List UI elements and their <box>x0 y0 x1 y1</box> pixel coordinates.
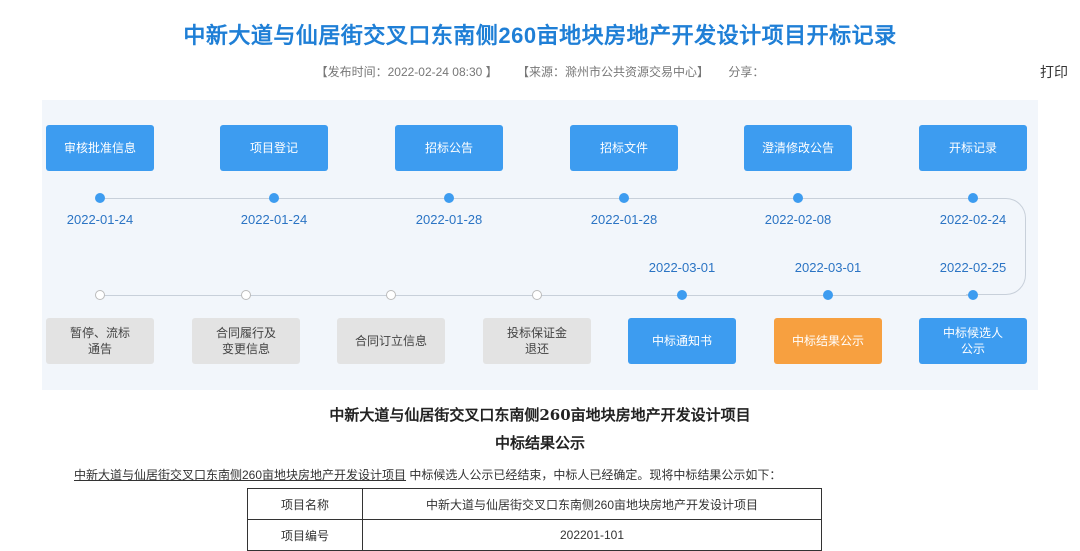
top-timeline <box>100 198 974 199</box>
timeline-dot <box>793 193 803 203</box>
step-10-button[interactable]: 中标通知书 <box>628 318 736 364</box>
step-7-button[interactable]: 合同履行及 变更信息 <box>192 318 300 364</box>
step-4-button[interactable]: 澄清修改公告 <box>744 125 852 171</box>
publish-time: 【发布时间：2022-02-24 08:30 】 <box>315 65 498 79</box>
table-key: 项目编号 <box>247 519 363 551</box>
notice-text: 中标候选人公示已经结束，中标人已经确定。现将中标结果公示如下： <box>409 468 782 482</box>
step-8-button[interactable]: 合同订立信息 <box>337 318 445 364</box>
step-12-button[interactable]: 中标候选人 公示 <box>919 318 1027 364</box>
print-button[interactable]: 打印 <box>1040 62 1068 82</box>
step-date: 2022-01-28 <box>415 212 483 227</box>
share-label: 分享： <box>728 65 765 79</box>
timeline-dot <box>677 290 687 300</box>
table-key: 项目名称 <box>247 488 363 520</box>
page-title: 中新大道与仙居街交叉口东南侧260亩地块房地产开发设计项目开标记录 <box>183 23 897 48</box>
step-5-button[interactable]: 开标记录 <box>919 125 1027 171</box>
project-name-inline: 中新大道与仙居街交叉口东南侧260亩地块房地产开发设计项目 <box>74 468 407 482</box>
step-11-button[interactable]: 中标结果公示 <box>774 318 882 364</box>
step-9-button[interactable]: 投标保证金 退还 <box>483 318 591 364</box>
timeline-dot <box>95 290 105 300</box>
step-date: 2022-03-01 <box>648 260 716 275</box>
result-table: 项目名称 中新大道与仙居街交叉口东南侧260亩地块房地产开发设计项目 项目编号 … <box>247 488 822 551</box>
timeline-dot <box>241 290 251 300</box>
step-date: 2022-01-24 <box>240 212 308 227</box>
table-row: 项目编号 202201-101 <box>247 519 822 551</box>
table-value: 中新大道与仙居街交叉口东南侧260亩地块房地产开发设计项目 <box>362 488 822 520</box>
step-date: 2022-02-24 <box>939 212 1007 227</box>
step-1-button[interactable]: 项目登记 <box>220 125 328 171</box>
step-date: 2022-03-01 <box>794 260 862 275</box>
step-date: 2022-02-08 <box>764 212 832 227</box>
timeline-dot <box>968 290 978 300</box>
step-6-button[interactable]: 暂停、流标 通告 <box>46 318 154 364</box>
table-row: 项目名称 中新大道与仙居街交叉口东南侧260亩地块房地产开发设计项目 <box>247 488 822 520</box>
notice-heading: 中新大道与仙居街交叉口东南侧260亩地块房地产开发设计项目 <box>329 406 751 424</box>
meta-bar: 【发布时间：2022-02-24 08:30 】 【来源：滁州市公共资源交易中心… <box>0 63 1080 80</box>
timeline-dot <box>619 193 629 203</box>
timeline-dot <box>968 193 978 203</box>
timeline-dot <box>444 193 454 203</box>
notice-paragraph: 中新大道与仙居街交叉口东南侧260亩地块房地产开发设计项目 中标候选人公示已经结… <box>44 466 781 483</box>
notice-subheading: 中标结果公示 <box>494 434 585 452</box>
step-0-button[interactable]: 审核批准信息 <box>46 125 154 171</box>
source-link[interactable]: 【来源：滁州市公共资源交易中心】 <box>517 65 709 79</box>
timeline-dot <box>269 193 279 203</box>
step-date: 2022-02-25 <box>939 260 1007 275</box>
step-date: 2022-01-24 <box>66 212 134 227</box>
timeline-dot <box>532 290 542 300</box>
step-3-button[interactable]: 招标文件 <box>570 125 678 171</box>
table-value: 202201-101 <box>362 519 822 551</box>
step-date: 2022-01-28 <box>590 212 658 227</box>
timeline-dot <box>95 193 105 203</box>
timeline-dot <box>823 290 833 300</box>
process-flow: 审核批准信息 2022-01-24 项目登记 2022-01-24 招标公告 2022-0… <box>42 100 1038 390</box>
timeline-dot <box>386 290 396 300</box>
step-2-button[interactable]: 招标公告 <box>395 125 503 171</box>
